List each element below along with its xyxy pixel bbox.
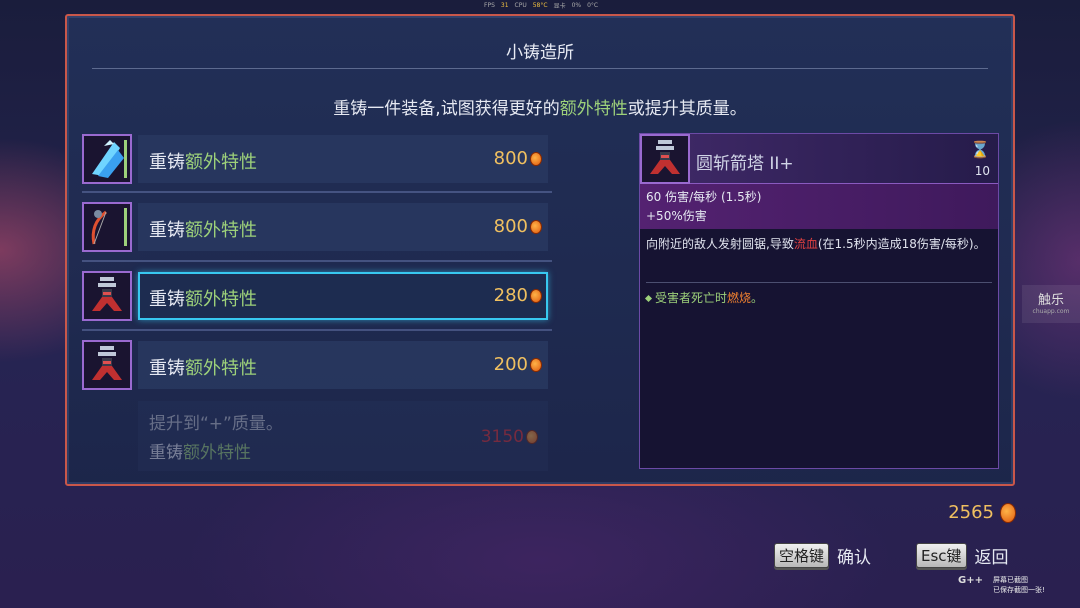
row-divider (82, 329, 552, 331)
affix-text: 额外特性 (185, 220, 257, 241)
gpu-temp: 0°C (587, 1, 599, 9)
item-name: 圆斩箭塔 II+ (696, 154, 794, 174)
bow-icon (82, 202, 132, 252)
upgrade-quality-option[interactable]: 提升到“+”质量。 重铸额外特性 3150 (138, 401, 548, 471)
reforge-label: 重铸额外特性 (149, 285, 257, 311)
reforge-text: 重铸 (149, 152, 185, 173)
row-divider (82, 260, 552, 262)
price-value: 800 (493, 216, 528, 237)
fps-label: FPS (484, 1, 495, 9)
subtitle-text-a: 重铸一件装备,试图获得更好的 (333, 99, 560, 119)
reforge-text: 重铸 (149, 358, 185, 379)
damage-stat: 60 伤害/每秒 (1.5秒) (646, 190, 762, 204)
ice-shard-icon (82, 134, 132, 184)
turret-icon (82, 340, 132, 390)
reforge-text: 重铸 (149, 443, 183, 463)
reforge-label: 重铸额外特性 (149, 216, 257, 242)
confirm-control[interactable]: 空格键 确认 (774, 543, 871, 568)
cpu-temp: 58°C (532, 1, 548, 9)
price-value: 3150 (480, 427, 524, 447)
cpu-label: CPU (514, 1, 527, 9)
item-stats: 60 伤害/每秒 (1.5秒) +50%伤害 (640, 184, 998, 229)
turret-icon (82, 271, 132, 321)
price-value: 280 (493, 285, 528, 306)
title-divider (92, 68, 988, 69)
gpu-usage: 0% (571, 1, 582, 9)
reforge-text: 重铸 (149, 289, 185, 310)
reforge-price: 800 (494, 216, 542, 237)
affix-text: 额外特性 (185, 358, 257, 379)
fps-value: 31 (500, 1, 509, 9)
screenshot-notice: G++ 屏幕已截图 已保存截图一张! (958, 575, 1045, 595)
cooldown-value: 10 (974, 164, 990, 178)
item-description: 向附近的敌人发射圆锯,导致流血(在1.5秒内造成18伤害/每秒)。 (646, 234, 991, 254)
reforge-text: 重铸 (149, 220, 185, 241)
performance-overlay: FPS 31 CPU 58°C 显卡 0% 0°C (484, 0, 598, 10)
reforge-label: 重铸额外特性 (149, 148, 257, 174)
forge-panel: 小铸造所 重铸一件装备,试图获得更好的额外特性或提升其质量。 重铸额外特性 80… (65, 14, 1015, 486)
affix-text: 额外特性 (185, 289, 257, 310)
detail-divider (646, 282, 992, 283)
cell-coin-icon (1000, 502, 1016, 523)
confirm-label: 确认 (837, 548, 872, 568)
price-value: 800 (493, 148, 528, 169)
affix-text-a: 受害者死亡时 (655, 291, 728, 305)
desc-text-a: 向附近的敌人发射圆锯,导致 (646, 237, 794, 251)
site-watermark: 触乐 chuapp.com (1022, 285, 1080, 323)
reforge-price: 800 (494, 148, 542, 169)
upgrade-reforge-label: 重铸额外特性 (149, 438, 251, 463)
affix-bullet-icon (644, 294, 653, 303)
bonus-stat: +50%伤害 (646, 209, 707, 223)
space-key-icon: 空格键 (774, 543, 830, 568)
back-label: 返回 (974, 548, 1009, 568)
turret-icon (640, 134, 690, 184)
cell-currency: 2565 (948, 502, 1016, 523)
reforge-label: 重铸额外特性 (149, 354, 257, 380)
screenshot-notice-line2: 已保存截图一张! (992, 586, 1045, 594)
cell-coin-icon (530, 219, 542, 234)
bleed-keyword: 流血 (793, 237, 818, 251)
cell-coin-icon (526, 430, 538, 444)
detail-header: 圆斩箭塔 II+ ⌛ 10 (640, 134, 998, 184)
gpu-label: 显卡 (553, 2, 566, 10)
item-detail-panel: 圆斩箭塔 II+ ⌛ 10 60 伤害/每秒 (1.5秒) +50%伤害 向附近… (639, 133, 999, 469)
row-divider (82, 191, 552, 193)
upgrade-title: 提升到“+”质量。 (149, 414, 283, 434)
equipment-row[interactable]: 重铸额外特性 800 (82, 133, 552, 185)
price-value: 200 (493, 354, 528, 375)
panel-title: 小铸造所 (506, 43, 574, 63)
reforge-price: 200 (494, 354, 542, 375)
burn-keyword: 燃烧 (727, 291, 752, 305)
subtitle-text-b: 或提升其质量。 (627, 99, 747, 119)
watermark-text: 触乐 (1037, 293, 1064, 308)
affix-text: 额外特性 (185, 152, 257, 173)
hourglass-icon: ⌛ (970, 140, 990, 159)
back-control[interactable]: Esc键 返回 (916, 543, 1009, 568)
cell-coin-icon (530, 151, 542, 166)
screenshot-notice-line1: 屏幕已截图 (992, 576, 1028, 584)
desc-text-b: (在1.5秒内造成18伤害/每秒)。 (817, 237, 986, 251)
esc-key-icon: Esc键 (916, 543, 967, 568)
affix-text: 额外特性 (183, 443, 251, 463)
panel-subtitle: 重铸一件装备,试图获得更好的额外特性或提升其质量。 (67, 94, 1013, 119)
equipment-row[interactable]: 重铸额外特性 800 (82, 201, 552, 253)
cell-coin-icon (530, 357, 542, 372)
overlay-logo: G++ (958, 575, 983, 586)
equipment-row-selected[interactable]: 重铸额外特性 280 (82, 270, 552, 322)
upgrade-price: 3150 (481, 427, 538, 447)
currency-amount: 2565 (948, 502, 994, 523)
cell-coin-icon (530, 288, 542, 303)
reforge-price: 280 (494, 285, 542, 306)
watermark-subtext: chuapp.com (1032, 308, 1070, 315)
item-affix: 受害者死亡时燃烧。 (644, 289, 764, 306)
subtitle-highlight: 额外特性 (559, 99, 628, 119)
affix-text-b: 。 (751, 291, 764, 305)
equipment-row[interactable]: 重铸额外特性 200 (82, 339, 552, 391)
